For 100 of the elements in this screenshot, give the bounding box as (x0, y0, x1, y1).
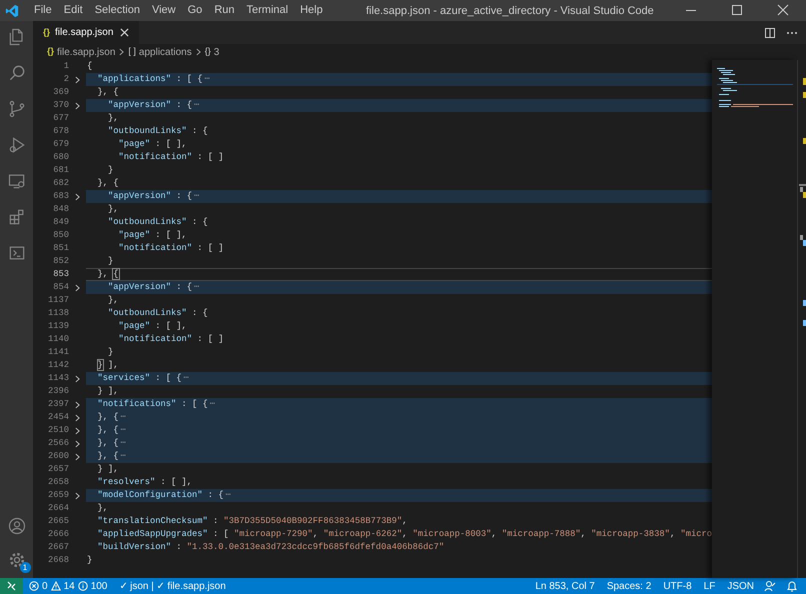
line-number: 850 (52, 229, 69, 242)
line-number: 370 (52, 99, 69, 112)
menu-item[interactable]: File (28, 2, 58, 19)
line-number: 2668 (46, 554, 69, 567)
code-line: }, (107, 203, 120, 216)
warning-icon (50, 581, 61, 591)
chevron-icon (196, 48, 201, 56)
breadcrumb-item[interactable]: applications (138, 44, 192, 60)
breadcrumb-item[interactable]: file.sapp.json (57, 44, 116, 60)
line-number: 677 (52, 112, 69, 125)
code-line: "outboundLinks" : { (107, 216, 209, 229)
problems-indicator[interactable]: 0 14 100 (29, 578, 108, 594)
fold-chevron-icon[interactable] (75, 284, 80, 292)
code-line: "page" : [ ], (118, 138, 188, 151)
line-number: 681 (52, 164, 69, 177)
account-icon[interactable] (6, 516, 26, 536)
line-number: 2667 (46, 541, 69, 554)
line-number: 2600 (46, 450, 69, 463)
menu-item[interactable]: Edit (58, 2, 89, 19)
menu-item[interactable]: Terminal (240, 2, 294, 19)
line-number: 1142 (46, 359, 69, 372)
line-number: 2396 (46, 385, 69, 398)
code-line: "notification" : [ ] (118, 151, 225, 164)
code-line: "outboundLinks" : { (107, 125, 209, 138)
line-number: 2664 (46, 502, 69, 515)
line-number: 679 (52, 138, 69, 151)
line-number: 849 (52, 216, 69, 229)
menu-item[interactable]: Go (182, 2, 208, 19)
line-number: 1140 (46, 333, 69, 346)
line-number: 2454 (46, 411, 69, 424)
code-line: }, (96, 502, 110, 515)
code-line: } (107, 164, 114, 177)
code-line: "notification" : [ ] (118, 333, 225, 346)
fold-chevron-icon[interactable] (75, 426, 80, 434)
close-icon[interactable] (120, 28, 130, 37)
status-item[interactable]: JSON (727, 578, 754, 594)
line-number: 2666 (46, 528, 69, 541)
symbol-icon: {} (47, 45, 54, 59)
line-number: 2657 (46, 463, 69, 476)
bell-icon[interactable] (786, 580, 798, 592)
code-line: } ], (96, 385, 120, 398)
code-line: "resolvers" : [ ], (96, 476, 194, 489)
editor-tab[interactable]: {} file.sapp.json (33, 21, 140, 44)
code-line: } ], (96, 463, 120, 476)
fold-chevron-icon[interactable] (75, 102, 80, 110)
code-line: }, { (86, 268, 712, 281)
fold-chevron-icon[interactable] (75, 192, 80, 200)
line-number: 2659 (46, 489, 69, 502)
breadcrumb-item[interactable]: 3 (214, 44, 220, 60)
menu-item[interactable]: Help (294, 2, 329, 19)
line-number: 1137 (46, 294, 69, 307)
fold-chevron-icon[interactable] (75, 492, 80, 500)
line-number: 1143 (46, 372, 69, 385)
line-number: 683 (52, 190, 69, 203)
code-line: }, { (96, 86, 120, 99)
line-number: 851 (52, 242, 69, 255)
status-item[interactable]: UTF-8 (663, 578, 692, 594)
line-number: 2 (62, 73, 69, 86)
status-item[interactable]: Spaces: 2 (606, 578, 652, 594)
line-number: 1138 (46, 307, 69, 320)
line-number: 2566 (46, 437, 69, 450)
line-number: 369 (52, 86, 69, 99)
code-line: }, (107, 294, 120, 307)
symbol-icon: {} (204, 45, 211, 59)
window-title: file.sapp.json - azure_active_directory - Visual Studio Code (366, 4, 654, 19)
fold-chevron-icon[interactable] (75, 452, 80, 460)
line-number: 2665 (46, 515, 69, 528)
menu-item[interactable]: Run (208, 2, 240, 19)
fold-chevron-icon[interactable] (75, 414, 80, 422)
fold-chevron-icon[interactable] (75, 440, 80, 448)
code-line: "translationChecksum" : "3B7D355D5040B902FF86383458B773B9", (96, 515, 408, 528)
app-logo-icon (5, 4, 19, 18)
error-icon (29, 581, 39, 591)
code-line: { (86, 60, 94, 73)
fold-chevron-icon[interactable] (75, 374, 80, 382)
line-number: 678 (52, 125, 69, 138)
split-editor-icon[interactable] (764, 26, 776, 38)
error-count: 0 (42, 580, 48, 594)
fold-chevron-icon[interactable] (75, 76, 80, 84)
line-number: 848 (52, 203, 69, 216)
line-number: 2397 (46, 398, 69, 411)
info-icon (78, 581, 88, 591)
line-number: 1 (62, 60, 69, 73)
line-number: 1141 (46, 346, 69, 359)
line-number: 2510 (46, 424, 69, 437)
fold-chevron-icon[interactable] (75, 400, 80, 408)
feedback-icon[interactable] (764, 580, 776, 592)
line-number: 682 (52, 177, 69, 190)
json-file-icon: {} (43, 26, 50, 40)
status-item[interactable]: ✓ json | ✓ file.sapp.json (119, 578, 226, 594)
menu-item[interactable]: Selection (88, 2, 146, 19)
chevron-icon (119, 48, 124, 56)
symbol-icon: [ ] (128, 45, 136, 59)
code-line: "outboundLinks" : { (107, 307, 209, 320)
status-item[interactable]: Ln 853, Col 7 (535, 578, 595, 594)
remote-icon[interactable] (0, 578, 23, 594)
menu-item[interactable]: View (146, 2, 182, 19)
status-item[interactable]: LF (704, 578, 716, 594)
line-number: 853 (52, 268, 69, 281)
warning-count: 14 (64, 580, 75, 594)
